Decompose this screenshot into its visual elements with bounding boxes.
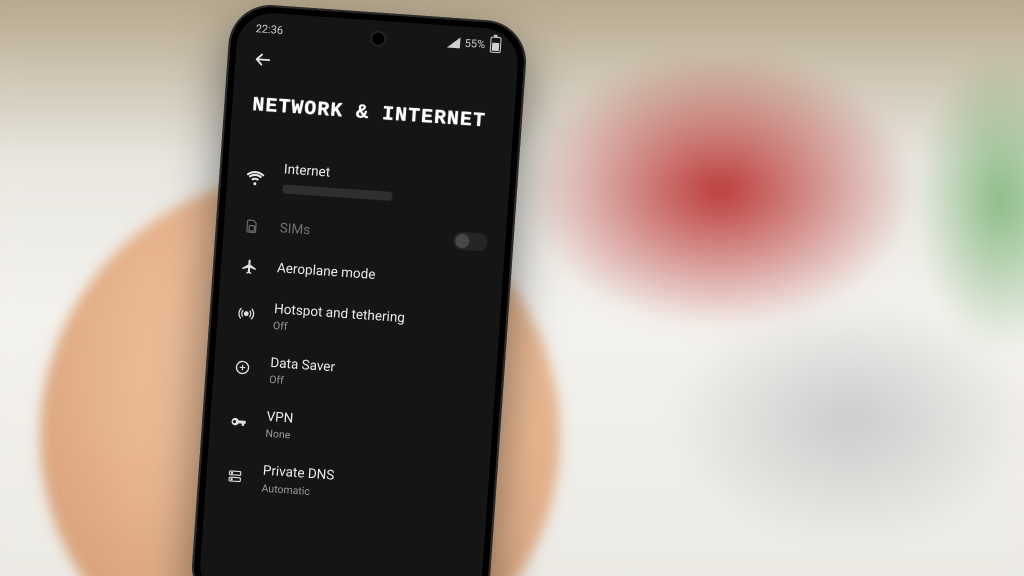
wifi-icon — [245, 167, 266, 186]
row-sims-label: SIMs — [279, 220, 436, 249]
status-time: 22:36 — [255, 22, 283, 37]
back-button[interactable] — [247, 44, 279, 76]
dns-icon — [224, 468, 245, 484]
signal-icon — [446, 36, 460, 48]
arrow-left-icon — [252, 49, 273, 70]
airplane-icon — [238, 258, 259, 276]
battery-icon — [490, 37, 502, 54]
sims-toggle[interactable] — [453, 232, 488, 252]
settings-list: Internet SIMs — [198, 146, 511, 576]
screen: 22:36 55% NETWORK & INTERNET — [198, 11, 520, 576]
datasaver-icon — [231, 359, 252, 377]
photo-background: 22:36 55% NETWORK & INTERNET — [0, 0, 1024, 576]
row-aeroplane-label: Aeroplane mode — [276, 260, 485, 293]
phone-frame: 22:36 55% NETWORK & INTERNET — [189, 2, 528, 576]
sim-icon — [241, 218, 262, 235]
battery-percent: 55% — [464, 36, 485, 50]
row-internet-sub-redacted — [282, 185, 392, 202]
vpn-key-icon — [228, 412, 249, 431]
hotspot-icon — [235, 305, 256, 323]
